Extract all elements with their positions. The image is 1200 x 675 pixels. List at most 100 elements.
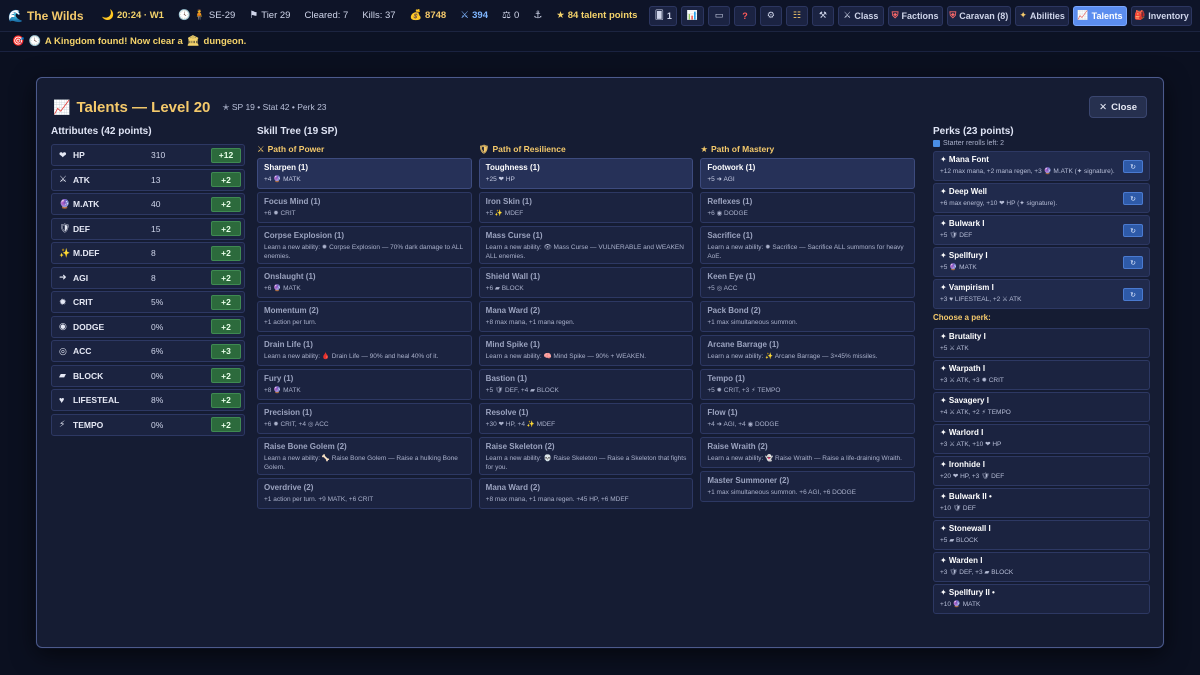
cards-button[interactable]: 🂠 1 (649, 5, 678, 26)
skill-node[interactable]: Reflexes (1) +6 ◉ DODGE (700, 192, 916, 223)
skill-node[interactable]: Bastion (1) +5 🛡 DEF, +4 ▰ BLOCK (478, 369, 694, 400)
skill-node[interactable]: Arcane Barrage (1) Learn a new ability: ✨… (700, 335, 916, 366)
attribute-increase-button[interactable]: +2 (211, 196, 241, 212)
skill-tree-panel: Skill Tree (19 SP) ⚔ Path of Power Sharpen… (257, 126, 916, 512)
skill-path-column: ★ Path of Mastery Footwork (1) +5 ➜ AGI Refl… (700, 143, 916, 512)
skill-node[interactable]: Mind Spike (1) Learn a new ability: 🧠 Min… (478, 335, 694, 366)
caravan-button[interactable]: ⛨ Caravan (8) (946, 5, 1012, 26)
skill-node[interactable]: Drain Life (1) Learn a new ability: 🩸 Dra… (257, 335, 472, 366)
perk-description: +5 🔮 MATK (940, 264, 977, 271)
skill-node[interactable]: Fury (1) +8 🔮 MATK (257, 369, 472, 400)
perk-choice[interactable]: ✦ Spellfury II • +10 🔮 MATK (933, 584, 1150, 614)
caravan-icon: ⛨ (949, 10, 957, 20)
perk-choice[interactable]: ✦ Savagery I +4 ⚔ ATK, +2 ⚡ TEMPO (933, 392, 1150, 422)
chart-button[interactable]: 📊 (681, 5, 704, 26)
perk-choice[interactable]: ✦ Stonewall I +5 ▰ BLOCK (933, 520, 1150, 550)
skill-node[interactable]: Overdrive (2) +1 action per turn. +9 MATK… (257, 478, 472, 509)
skill-node[interactable]: Toughness (1) +25 ❤ HP (478, 158, 694, 189)
attribute-increase-button[interactable]: +2 (211, 221, 241, 236)
skill-description: +1 max simultaneous summon. (707, 319, 798, 326)
skill-node[interactable]: Mana Ward (2) +8 max mana, +1 mana regen. (478, 301, 694, 332)
attribute-increase-button[interactable]: +2 (211, 245, 241, 261)
skill-node[interactable]: Iron Skin (1) +5 ✨ MDEF (478, 192, 694, 223)
perk-choice[interactable]: ✦ Warpath I +3 ⚔ ATK, +3 ✹ CRIT (933, 360, 1150, 390)
close-button[interactable]: ✕ Close (1089, 96, 1147, 118)
factions-button[interactable]: ⛨ Factions (887, 5, 943, 26)
perk-choice[interactable]: ✦ Brutality I +5 ⚔ ATK (933, 328, 1150, 358)
attribute-increase-button[interactable]: +2 (211, 368, 241, 383)
perk-choices[interactable]: ✦ Brutality I +5 ⚔ ATK ✦ Warpath I +3 ⚔ ATK… (933, 328, 1150, 616)
perk-choice[interactable]: ✦ Ironhide I +20 ❤ HP, +3 🛡 DEF (933, 456, 1150, 486)
gear-icon: ⚙ (766, 10, 775, 20)
settings-button[interactable]: ⚙ (759, 5, 782, 26)
skill-name: Arcane Barrage (1) (707, 340, 779, 349)
skill-node[interactable]: Footwork (1) +5 ➜ AGI (700, 158, 916, 189)
skill-node[interactable]: Focus Mind (1) +6 ✹ CRIT (257, 192, 472, 223)
skill-node[interactable]: Pack Bond (2) +1 max simultaneous summon. (700, 301, 916, 332)
attribute-value: 40 (151, 199, 161, 209)
attribute-increase-button[interactable]: +2 (211, 392, 241, 408)
attribute-row: 🛡 DEF 15 +2 (51, 217, 245, 240)
reroll-button[interactable]: ↻ (1123, 288, 1143, 301)
attribute-icon: 🔮 (59, 198, 71, 209)
talents-button[interactable]: 📈 Talents (1073, 5, 1127, 26)
perk-choice[interactable]: ✦ Bulwark II • +10 🛡 DEF (933, 488, 1150, 518)
attribute-row: ◎ ACC 6% +3 (51, 340, 245, 362)
attribute-value: 0% (151, 321, 164, 332)
skill-node[interactable]: Raise Wraith (2) Learn a new ability: 👻 R… (700, 437, 916, 468)
attribute-increase-button[interactable]: +2 (211, 417, 241, 432)
attribute-icon: ♥ (59, 395, 65, 405)
skill-node[interactable]: Resolve (1) +30 ❤ HP, +4 ✨ MDEF (478, 403, 694, 434)
skill-name: Resolve (1) (485, 408, 529, 417)
skill-node[interactable]: Precision (1) +6 ✹ CRIT, +4 ◎ ACC (257, 403, 472, 434)
skill-node[interactable]: Tempo (1) +5 ✹ CRIT, +3 ⚡ TEMPO (700, 369, 916, 400)
skill-node[interactable]: Keen Eye (1) +5 ◎ ACC (700, 267, 916, 298)
question-icon: ? (742, 10, 748, 21)
anchor-stat[interactable]: ⚓ (533, 10, 542, 21)
perk-description: +10 🔮 MATK (940, 601, 981, 608)
reroll-button[interactable]: ↻ (1123, 192, 1143, 205)
perk-choice[interactable]: ✦ Warden I +3 🛡 DEF, +3 ▰ BLOCK (933, 552, 1150, 582)
reroll-button[interactable]: ↻ (1123, 224, 1143, 237)
skill-node[interactable]: Momentum (2) +1 action per turn. (257, 301, 472, 332)
reroll-button[interactable]: ↻ (1123, 256, 1143, 269)
reroll-button[interactable]: ↻ (1123, 160, 1143, 173)
skill-name: Iron Skin (1) (485, 197, 532, 206)
attribute-icon: ✨ (59, 247, 71, 258)
inventory-button[interactable]: 🎒 Inventory (1130, 5, 1192, 26)
karma-stat: ⚖ 0 (502, 10, 520, 21)
skill-node[interactable]: Sharpen (1) +4 🔮 MATK (257, 158, 472, 189)
abilities-button[interactable]: ✦ Abilities (1015, 5, 1070, 26)
skill-node[interactable]: Raise Skeleton (2) Learn a new ability: 💀… (478, 437, 694, 475)
skill-node[interactable]: Sacrifice (1) Learn a new ability: ✹ Sacr… (700, 226, 916, 264)
skill-node[interactable]: Shield Wall (1) +6 ▰ BLOCK (478, 267, 694, 298)
skill-node[interactable]: Raise Bone Golem (2) Learn a new ability:… (257, 437, 472, 475)
attribute-increase-button[interactable]: +2 (211, 294, 241, 310)
path-icon: ⚔ (257, 143, 265, 154)
perk-choice[interactable]: ✦ Warlord I +3 ⚔ ATK, +10 ❤ HP (933, 424, 1150, 454)
skill-node[interactable]: Mana Ward (2) +8 max mana, +1 mana regen.… (478, 478, 694, 509)
skill-name: Fury (1) (264, 374, 294, 383)
skill-node[interactable]: Corpse Explosion (1) Learn a new ability:… (257, 226, 472, 264)
skill-node[interactable]: Onslaught (1) +6 🔮 MATK (257, 267, 472, 298)
help-button[interactable]: ? (733, 5, 756, 26)
skill-node[interactable]: Master Summoner (2) +1 max simultaneous s… (700, 471, 916, 502)
modal-title: 📈 Talents — Level 20 (53, 98, 211, 116)
skill-node[interactable]: Mass Curse (1) Learn a new ability: 👁 Mas… (478, 226, 694, 264)
perk-name: ✦ Brutality I (940, 332, 986, 341)
attribute-row: ✹ CRIT 5% +2 (51, 291, 245, 313)
attribute-increase-button[interactable]: +12 (211, 147, 241, 163)
attribute-increase-button[interactable]: +2 (211, 319, 241, 334)
star-icon: ★ (556, 10, 565, 21)
attribute-icon: ◎ (59, 345, 67, 356)
attribute-increase-button[interactable]: +3 (211, 343, 241, 359)
layout-button[interactable]: ☷ (785, 5, 808, 26)
class-button[interactable]: ⚔ Class (837, 5, 884, 26)
attribute-increase-button[interactable]: +2 (211, 270, 241, 285)
window-button[interactable]: ▭ (707, 5, 730, 26)
tools-button[interactable]: ⚒ (811, 5, 834, 26)
power-stat: ⚔ 394 (460, 10, 488, 21)
skill-node[interactable]: Flow (1) +4 ➜ AGI, +4 ◉ DODGE (700, 403, 916, 434)
attribute-increase-button[interactable]: +2 (211, 172, 241, 187)
skill-description: +8 max mana, +1 mana regen. (485, 319, 575, 326)
